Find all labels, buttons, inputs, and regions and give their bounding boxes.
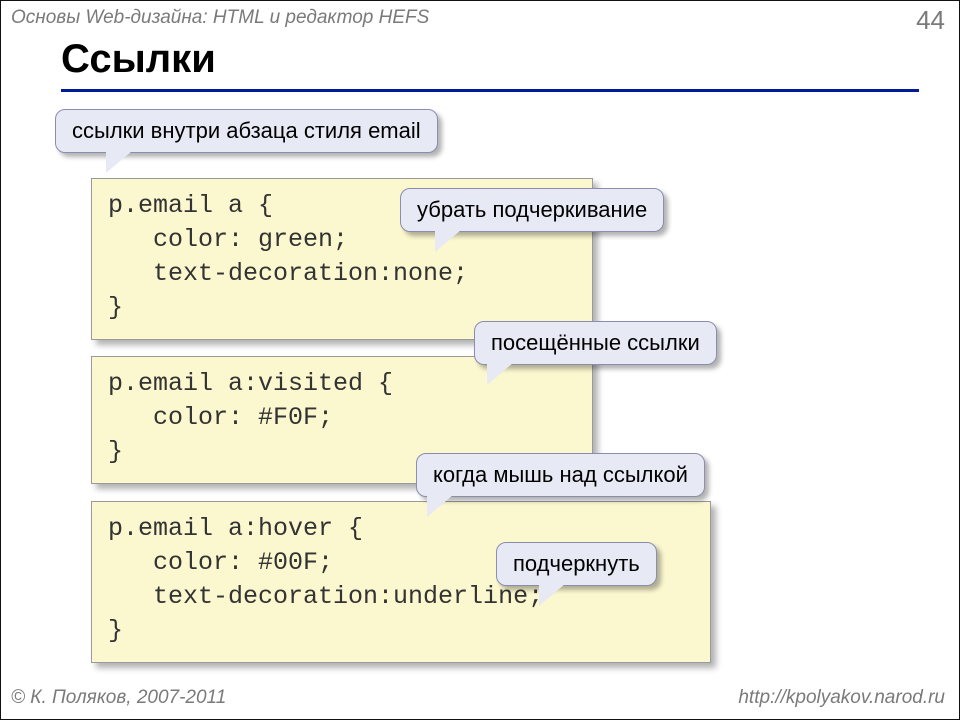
callout-tail-icon	[435, 230, 461, 252]
callout-underline: подчеркнуть	[496, 542, 657, 586]
page-number: 44	[916, 5, 945, 36]
callout-remove-underline: убрать подчеркивание	[400, 188, 664, 232]
title-rule	[61, 89, 919, 92]
callout-tail-icon	[106, 151, 132, 173]
header-subtitle: Основы Web-дизайна: HTML и редактор HEFS	[11, 7, 429, 29]
callout-tail-icon	[487, 363, 513, 385]
callout-tail-icon	[427, 495, 453, 517]
callout-tail-icon	[539, 584, 565, 606]
footer-url: http://kpolyakov.narod.ru	[738, 687, 945, 709]
callout-text: убрать подчеркивание	[417, 197, 647, 222]
callout-text: подчеркнуть	[513, 551, 640, 576]
callout-text: посещённые ссылки	[491, 330, 700, 355]
footer-copyright: © К. Поляков, 2007-2011	[11, 687, 226, 709]
callout-links-in-para: ссылки внутри абзаца стиля email	[55, 109, 438, 153]
slide: Основы Web-дизайна: HTML и редактор HEFS…	[0, 0, 960, 720]
callout-text: когда мышь над ссылкой	[433, 462, 688, 487]
callout-visited: посещённые ссылки	[474, 321, 717, 365]
page-title: Ссылки	[61, 37, 216, 82]
callout-text: ссылки внутри абзаца стиля email	[72, 118, 421, 143]
callout-hover: когда мышь над ссылкой	[416, 453, 705, 497]
